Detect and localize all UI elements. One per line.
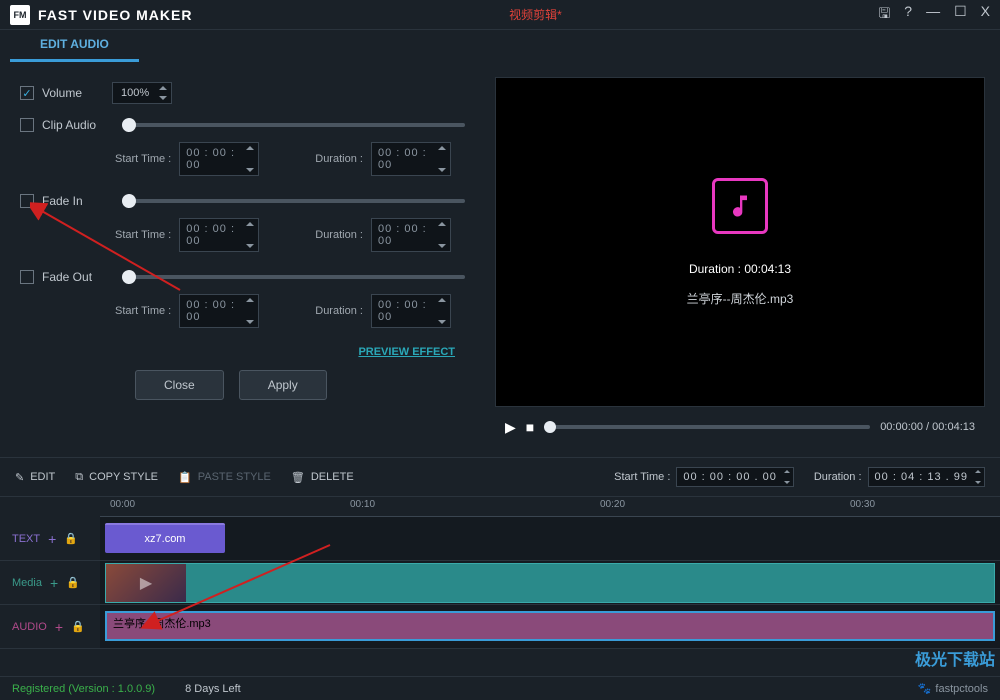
fadeout-duration-label: Duration : — [315, 305, 363, 317]
fade-out-checkbox[interactable] — [20, 270, 34, 284]
ruler-tick: 00:00 — [110, 499, 135, 510]
lock-media-icon[interactable]: 🔒 — [66, 576, 80, 589]
timeline-ruler[interactable]: 00:00 00:10 00:20 00:30 — [100, 497, 1000, 517]
clip-audio-label: Clip Audio — [42, 118, 112, 132]
toolbar-start-input[interactable]: 00 : 00 : 00 . 00 — [676, 467, 793, 487]
add-text-icon[interactable]: + — [48, 531, 56, 547]
brand-link[interactable]: 🐾fastpctools — [918, 682, 988, 695]
time-display: 00:00:00 / 00:04:13 — [880, 421, 975, 433]
text-track-header: TEXT + 🔒 — [0, 531, 100, 547]
volume-spinner[interactable]: 100% — [112, 82, 172, 104]
fade-in-checkbox[interactable] — [20, 194, 34, 208]
paste-icon: 📋 — [178, 471, 192, 484]
paste-style-button[interactable]: 📋PASTE STYLE — [178, 471, 271, 484]
copy-style-button[interactable]: ⧉COPY STYLE — [75, 471, 158, 484]
add-media-icon[interactable]: + — [50, 575, 58, 591]
media-clip[interactable] — [105, 563, 995, 603]
preview-area: Duration : 00:04:13 兰亭序--周杰伦.mp3 — [495, 77, 985, 407]
trash-icon: 🗑 — [291, 471, 305, 484]
stop-button[interactable]: ■ — [526, 419, 534, 435]
audio-track-header: AUDIO + 🔒 — [0, 619, 100, 635]
preview-filename: 兰亭序--周杰伦.mp3 — [687, 290, 794, 307]
toolbar-duration-input[interactable]: 00 : 04 : 13 . 99 — [868, 467, 985, 487]
ruler-tick: 00:30 — [850, 499, 875, 510]
audio-clip[interactable]: 兰亭序--周杰伦.mp3 — [105, 611, 995, 641]
fadein-start-input[interactable]: 00 : 00 : 00 — [179, 218, 259, 252]
delete-button[interactable]: 🗑DELETE — [291, 471, 354, 484]
toolbar-duration-label: Duration : — [814, 471, 862, 483]
volume-label: Volume — [42, 86, 112, 100]
fade-in-label: Fade In — [42, 194, 112, 208]
days-left: 8 Days Left — [185, 683, 241, 695]
fade-in-slider[interactable] — [122, 199, 465, 203]
clip-audio-checkbox[interactable] — [20, 118, 34, 132]
progress-slider[interactable] — [544, 425, 870, 429]
preview-duration: Duration : 00:04:13 — [689, 262, 791, 276]
edit-icon: ✎ — [15, 471, 24, 484]
fadeout-start-input[interactable]: 00 : 00 : 00 — [179, 294, 259, 328]
audio-track[interactable]: 兰亭序--周杰伦.mp3 — [100, 605, 1000, 648]
app-logo: FM — [10, 5, 30, 25]
play-button[interactable]: ▶ — [505, 419, 516, 436]
add-audio-icon[interactable]: + — [55, 619, 63, 635]
fade-out-label: Fade Out — [42, 270, 112, 284]
registration-status: Registered (Version : 1.0.0.9) — [12, 683, 155, 695]
text-clip[interactable]: xz7.com — [105, 523, 225, 553]
document-title: 视频剪辑* — [192, 6, 878, 23]
ruler-tick: 00:20 — [600, 499, 625, 510]
edit-button[interactable]: ✎EDIT — [15, 471, 55, 484]
fadein-start-label: Start Time : — [115, 229, 171, 241]
text-track[interactable]: xz7.com — [100, 517, 1000, 560]
fadeout-duration-input[interactable]: 00 : 00 : 00 — [371, 294, 451, 328]
help-icon[interactable]: ? — [904, 3, 912, 27]
copy-icon: ⧉ — [75, 471, 83, 484]
close-button[interactable]: Close — [135, 370, 224, 400]
fadein-duration-label: Duration : — [315, 229, 363, 241]
tab-edit-audio[interactable]: EDIT AUDIO — [10, 29, 139, 62]
clip-duration-input[interactable]: 00 : 00 : 00 — [371, 142, 451, 176]
preview-effect-link[interactable]: PREVIEW EFFECT — [20, 346, 475, 358]
lock-text-icon[interactable]: 🔒 — [64, 532, 78, 545]
minimize-icon[interactable]: ― — [926, 3, 940, 27]
close-icon[interactable]: X — [981, 3, 990, 27]
app-title: FAST VIDEO MAKER — [38, 7, 192, 23]
clip-start-label: Start Time : — [115, 153, 171, 165]
media-track[interactable] — [100, 561, 1000, 604]
maximize-icon[interactable]: ☐ — [954, 3, 967, 27]
clip-start-input[interactable]: 00 : 00 : 00 — [179, 142, 259, 176]
toolbar-start-label: Start Time : — [614, 471, 670, 483]
fade-out-slider[interactable] — [122, 275, 465, 279]
clip-duration-label: Duration : — [315, 153, 363, 165]
music-note-icon — [712, 178, 768, 234]
save-icon[interactable]: 🖫 — [878, 3, 890, 27]
volume-checkbox[interactable] — [20, 86, 34, 100]
clip-audio-slider[interactable] — [122, 123, 465, 127]
fadeout-start-label: Start Time : — [115, 305, 171, 317]
media-track-header: Media + 🔒 — [0, 575, 100, 591]
ruler-tick: 00:10 — [350, 499, 375, 510]
apply-button[interactable]: Apply — [239, 370, 327, 400]
media-thumbnail — [106, 564, 186, 602]
lock-audio-icon[interactable]: 🔒 — [71, 620, 85, 633]
fadein-duration-input[interactable]: 00 : 00 : 00 — [371, 218, 451, 252]
